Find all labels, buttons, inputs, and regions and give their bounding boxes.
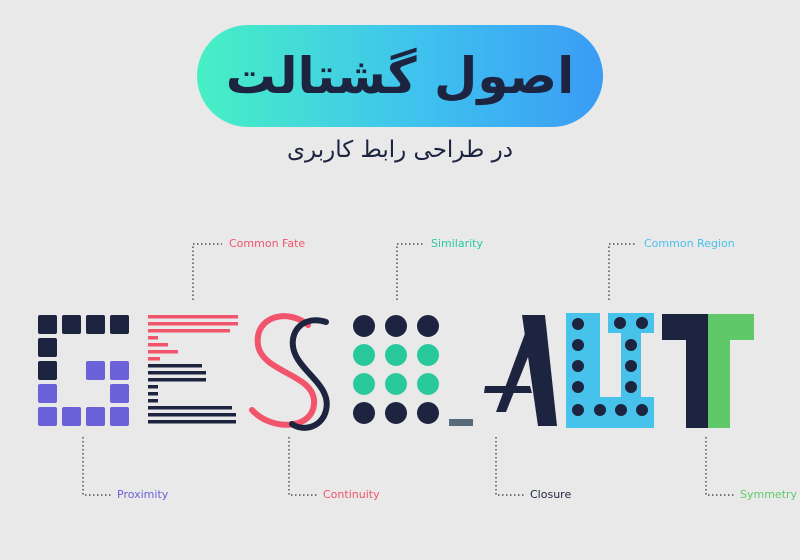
label-common-region: Common Region [644, 237, 735, 250]
leader-similarity [396, 243, 425, 300]
letter-lt-common-region [566, 313, 654, 428]
leader-closure [495, 437, 524, 496]
dash-mark [449, 419, 473, 426]
label-continuity: Continuity [323, 488, 380, 501]
label-similarity: Similarity [431, 237, 484, 250]
leader-symmetry [705, 437, 734, 496]
label-proximity: Proximity [117, 488, 169, 501]
letter-h-similarity [353, 315, 439, 424]
leader-continuity [288, 437, 317, 496]
letter-t-symmetry [662, 314, 754, 428]
gestalt-illustration [38, 243, 754, 496]
leader-common-fate [192, 243, 222, 300]
label-closure: Closure [530, 488, 572, 501]
letter-g-proximity [38, 315, 129, 426]
gestalt-poster: اصول گشتالت در طراحی رابط کاربری Common … [0, 0, 800, 560]
leader-common-region [608, 243, 637, 300]
label-symmetry: Symmetry [740, 488, 798, 501]
leader-proximity [82, 437, 111, 496]
letter-a-closure [484, 315, 557, 426]
label-common-fate: Common Fate [229, 237, 306, 250]
letter-e-common-fate [148, 315, 238, 424]
letter-s-continuity [249, 313, 330, 431]
